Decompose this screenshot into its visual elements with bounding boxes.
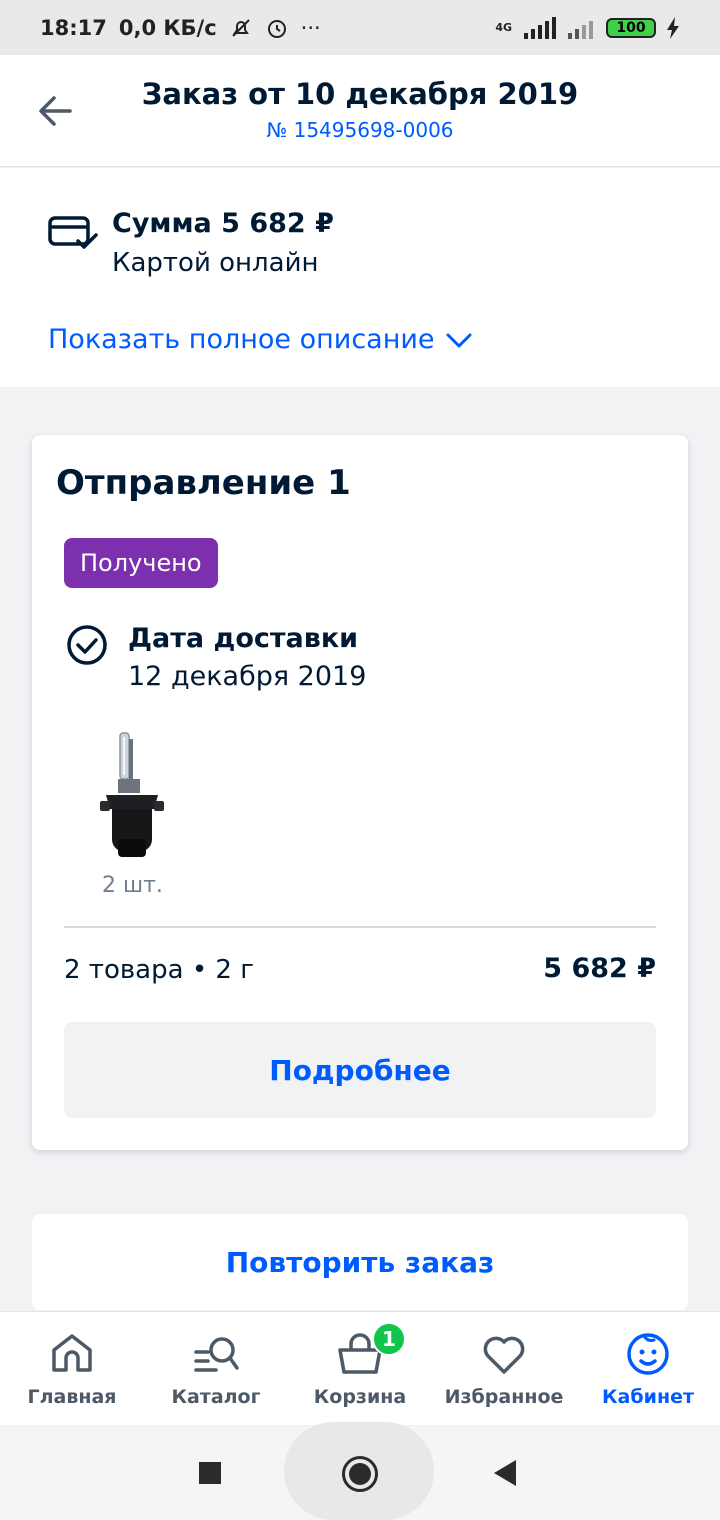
nav-item-home[interactable]: Главная (0, 1312, 144, 1425)
nav-label-cart: Корзина (313, 1386, 407, 1408)
items-count-weight: 2 товара • 2 г (64, 955, 254, 985)
credit-card-check-icon (48, 216, 98, 249)
home-button-dot (349, 1463, 371, 1485)
battery-indicator: 100 (606, 17, 656, 38)
show-full-description-label: Показать полное описание (48, 324, 435, 355)
home-button-icon[interactable] (342, 1456, 378, 1492)
signal-icon (524, 16, 556, 39)
smiley-face-icon (627, 1333, 669, 1375)
shipment-total: 5 682 ₽ (543, 953, 656, 984)
nav-label-account: Кабинет (602, 1386, 694, 1408)
repeat-order-button[interactable]: Повторить заказ (32, 1214, 688, 1310)
order-summary: Сумма 5 682 ₽ Картой онлайн Показать пол… (0, 168, 720, 387)
nav-label-catalog: Каталог (171, 1386, 261, 1408)
chevron-down-icon (446, 333, 472, 347)
product-image[interactable] (96, 731, 168, 865)
cart-count-badge: 1 (372, 1322, 406, 1356)
mute-icon (231, 18, 250, 37)
order-header: Заказ от 10 декабря 2019 № 15495698-0006 (0, 55, 720, 167)
system-back-icon[interactable] (494, 1460, 516, 1486)
payment-method: Картой онлайн (112, 248, 319, 278)
status-time: 18:17 (40, 15, 107, 40)
shipment-title: Отправление 1 (56, 463, 351, 503)
status-bar: 18:17 0,0 КБ/с ··· 4G 100 (0, 0, 720, 55)
order-sum: Сумма 5 682 ₽ (112, 208, 334, 239)
status-network-speed: 0,0 КБ/с (118, 15, 217, 40)
more-notifications-icon: ··· (300, 15, 321, 40)
nav-item-favorites[interactable]: Избранное (432, 1312, 576, 1425)
signal-2-icon (568, 20, 593, 39)
charging-icon (667, 16, 679, 39)
heart-icon (483, 1336, 525, 1374)
page-title: Заказ от 10 декабря 2019 (141, 77, 579, 111)
status-badge: Получено (64, 538, 218, 588)
show-full-description-link[interactable]: Показать полное описание (48, 324, 473, 355)
shipment-card: Отправление 1 Получено Дата доставки 12 … (32, 435, 688, 1150)
product-quantity: 2 шт. (102, 873, 163, 898)
delivery-date: 12 декабря 2019 (128, 661, 367, 692)
bottom-navigation: Главная Каталог Корзина 1 Избранное Каби… (0, 1311, 720, 1425)
alarm-icon (267, 19, 286, 38)
details-button[interactable]: Подробнее (64, 1022, 656, 1118)
nav-item-cart[interactable]: Корзина 1 (288, 1312, 432, 1425)
nav-label-home: Главная (27, 1386, 117, 1408)
home-icon (52, 1334, 92, 1372)
order-number[interactable]: № 15495698-0006 (0, 118, 720, 142)
nav-item-account[interactable]: Кабинет (576, 1312, 720, 1425)
network-type: 4G (495, 21, 512, 34)
nav-label-favorites: Избранное (444, 1386, 564, 1408)
check-circle-icon (67, 625, 107, 665)
divider (64, 926, 656, 928)
recent-apps-icon[interactable] (199, 1462, 221, 1484)
nav-item-catalog[interactable]: Каталог (144, 1312, 288, 1425)
delivery-date-label: Дата доставки (128, 623, 359, 654)
catalog-search-icon (194, 1337, 239, 1372)
